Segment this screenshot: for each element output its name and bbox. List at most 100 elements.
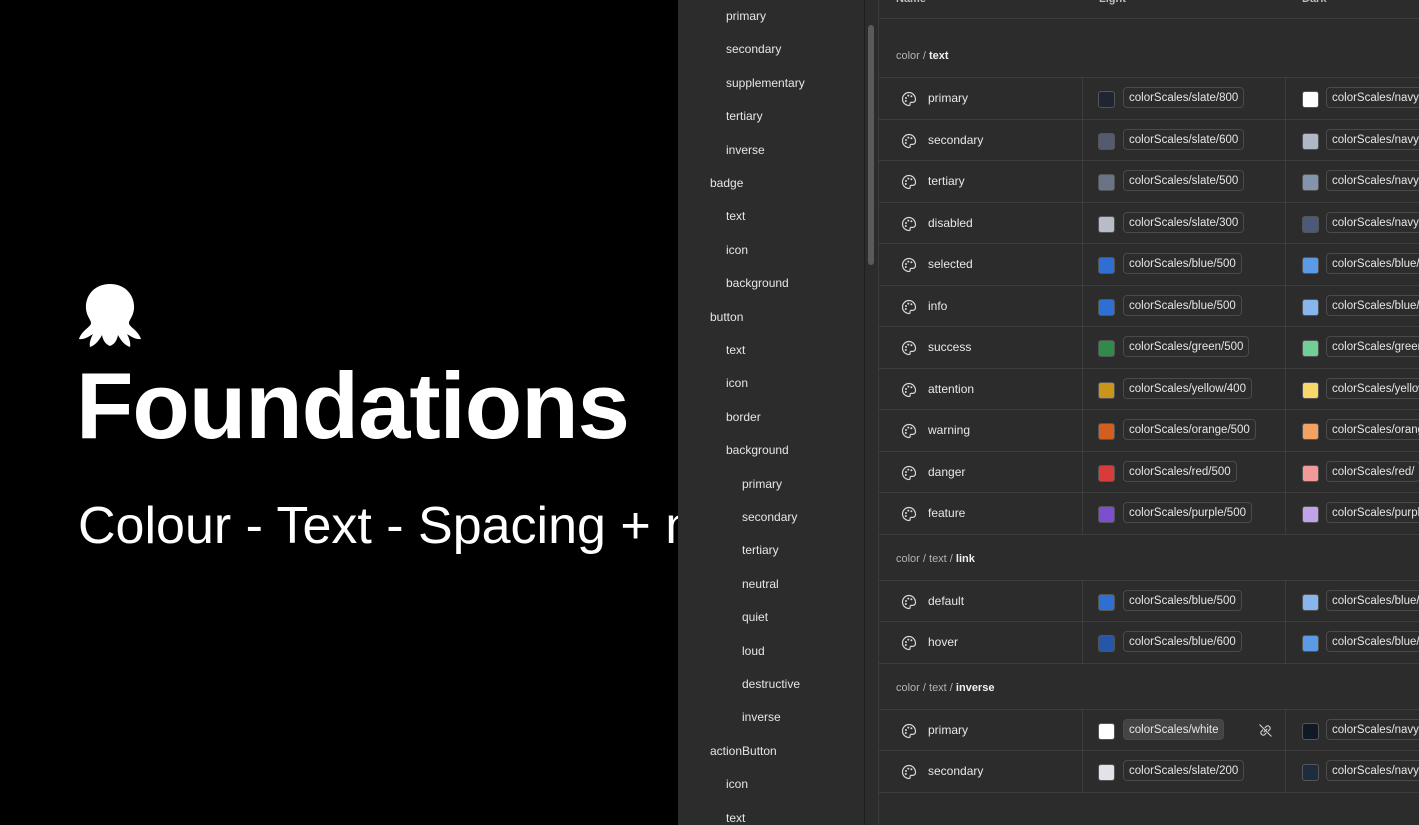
light-swatch[interactable] (1098, 381, 1115, 399)
dark-value-chip[interactable]: colorScales/blue/ (1326, 589, 1419, 611)
dark-value-chip[interactable]: colorScales/purple/ (1326, 502, 1419, 523)
dark-swatch[interactable] (1302, 764, 1319, 781)
light-value-chip[interactable]: colorScales/blue/600 (1123, 631, 1242, 652)
light-value-chip[interactable]: colorScales/white (1123, 718, 1225, 740)
light-swatch[interactable] (1098, 464, 1115, 482)
tree-item-tertiary[interactable]: tertiary (742, 541, 779, 559)
dark-swatch[interactable] (1302, 215, 1319, 233)
tree-item-text[interactable]: text (726, 207, 745, 225)
light-swatch[interactable] (1098, 340, 1115, 357)
dark-value-chip[interactable]: colorScales/yellow/ (1326, 377, 1419, 399)
dark-swatch[interactable] (1302, 464, 1319, 482)
table-row[interactable]: secondary colorScales/slate/200 colorScale… (879, 750, 1419, 793)
light-swatch[interactable] (1098, 764, 1115, 781)
table-row[interactable]: info colorScales/blue/500 colorScales/blue… (879, 284, 1419, 327)
tree-item-neutral[interactable]: neutral (742, 575, 779, 593)
dark-value-chip[interactable]: colorScales/navy/ (1326, 760, 1419, 781)
tree-item-inverse[interactable]: inverse (726, 141, 765, 159)
dark-value-chip[interactable]: colorScales/blue/ (1326, 253, 1419, 274)
table-row[interactable]: warning colorScales/orange/500 colorScales… (879, 409, 1419, 451)
light-swatch[interactable] (1098, 174, 1115, 191)
tree-item-text[interactable]: text (726, 341, 745, 359)
dark-swatch[interactable] (1302, 257, 1319, 274)
tree-item-text[interactable]: text (726, 809, 745, 825)
light-swatch[interactable] (1098, 215, 1115, 233)
light-value-chip[interactable]: colorScales/slate/800 (1123, 87, 1245, 108)
dark-swatch[interactable] (1302, 132, 1319, 150)
dark-swatch[interactable] (1302, 340, 1319, 357)
tree-item-button[interactable]: button (710, 308, 743, 326)
dark-value-chip[interactable]: colorScales/orange/ (1326, 419, 1419, 440)
dark-swatch[interactable] (1302, 174, 1319, 191)
table-row[interactable]: attention colorScales/yellow/400 colorScal… (879, 367, 1419, 410)
table-row[interactable]: disabled colorScales/slate/300 colorScales… (879, 201, 1419, 244)
light-swatch[interactable] (1098, 91, 1115, 108)
light-value-chip[interactable]: colorScales/orange/500 (1123, 419, 1256, 440)
table-row[interactable]: selected colorScales/blue/500 colorScales/… (879, 243, 1419, 285)
dark-swatch[interactable] (1302, 506, 1319, 523)
tree-item-background[interactable]: background (726, 274, 789, 292)
light-value-chip[interactable]: colorScales/blue/500 (1123, 253, 1242, 274)
dark-swatch[interactable] (1302, 423, 1319, 440)
table-row[interactable]: primary colorScales/white colorScales/navy… (879, 708, 1419, 751)
dark-value-chip[interactable]: colorScales/blue/ (1326, 631, 1419, 652)
tree-item-icon[interactable]: icon (726, 374, 748, 392)
tree-item-secondary[interactable]: secondary (726, 40, 781, 58)
light-value-chip[interactable]: colorScales/slate/300 (1123, 211, 1245, 233)
light-value-chip[interactable]: colorScales/red/500 (1123, 460, 1237, 482)
table-row[interactable]: danger colorScales/red/500 colorScales/red… (879, 450, 1419, 493)
light-value-chip[interactable]: colorScales/blue/500 (1123, 294, 1242, 316)
unlink-icon[interactable] (1258, 723, 1273, 738)
tree-item-icon[interactable]: icon (726, 775, 748, 793)
light-value-chip[interactable]: colorScales/yellow/400 (1123, 377, 1252, 399)
tree-item-primary[interactable]: primary (726, 7, 766, 25)
light-value-chip[interactable]: colorScales/green/500 (1123, 336, 1250, 357)
light-swatch[interactable] (1098, 132, 1115, 150)
dark-value-chip[interactable]: colorScales/navy/ (1326, 718, 1419, 740)
tree-item-icon[interactable]: icon (726, 241, 748, 259)
tree-item-badge[interactable]: badge (710, 174, 743, 192)
dark-swatch[interactable] (1302, 298, 1319, 316)
dark-value-chip[interactable]: colorScales/navy/ (1326, 87, 1419, 108)
tree-scrollbar[interactable] (868, 25, 874, 265)
tree-item-quiet[interactable]: quiet (742, 608, 768, 626)
tree-item-tertiary[interactable]: tertiary (726, 107, 763, 125)
dark-value-chip[interactable]: colorScales/blue/ (1326, 294, 1419, 316)
light-swatch[interactable] (1098, 593, 1115, 611)
tree-item-inverse[interactable]: inverse (742, 708, 781, 726)
light-swatch[interactable] (1098, 423, 1115, 440)
tree-item-supplementary[interactable]: supplementary (726, 74, 805, 92)
light-swatch[interactable] (1098, 298, 1115, 316)
table-row[interactable]: default colorScales/blue/500 colorScales/b… (879, 579, 1419, 622)
tree-item-border[interactable]: border (726, 408, 761, 426)
table-row[interactable]: primary colorScales/slate/800 colorScales/… (879, 77, 1419, 119)
light-value-chip[interactable]: colorScales/purple/500 (1123, 502, 1252, 523)
tree-item-secondary[interactable]: secondary (742, 508, 797, 526)
dark-swatch[interactable] (1302, 593, 1319, 611)
dark-swatch[interactable] (1302, 91, 1319, 108)
dark-value-chip[interactable]: colorScales/green/ (1326, 336, 1419, 357)
dark-value-chip[interactable]: colorScales/navy/ (1326, 128, 1419, 150)
dark-swatch[interactable] (1302, 722, 1319, 740)
dark-value-chip[interactable]: colorScales/navy/ (1326, 170, 1419, 191)
light-value-chip[interactable]: colorScales/slate/200 (1123, 760, 1245, 781)
tree-item-actionbutton[interactable]: actionButton (710, 742, 777, 760)
table-row[interactable]: secondary colorScales/slate/600 colorScale… (879, 118, 1419, 161)
table-row[interactable]: hover colorScales/blue/600 colorScales/blu… (879, 621, 1419, 664)
table-row[interactable]: success colorScales/green/500 colorScales/… (879, 326, 1419, 368)
table-row[interactable]: tertiary colorScales/slate/500 colorScales… (879, 160, 1419, 202)
tree-item-loud[interactable]: loud (742, 642, 765, 660)
tree-item-destructive[interactable]: destructive (742, 675, 800, 693)
light-value-chip[interactable]: colorScales/blue/500 (1123, 589, 1242, 611)
table-row[interactable]: feature colorScales/purple/500 colorScales… (879, 492, 1419, 535)
light-value-chip[interactable]: colorScales/slate/600 (1123, 128, 1245, 150)
light-swatch[interactable] (1098, 722, 1115, 740)
dark-value-chip[interactable]: colorScales/navy/ (1326, 211, 1419, 233)
tree-item-primary[interactable]: primary (742, 475, 782, 493)
dark-swatch[interactable] (1302, 381, 1319, 399)
light-value-chip[interactable]: colorScales/slate/500 (1123, 170, 1245, 191)
tree-item-background[interactable]: background (726, 441, 789, 459)
light-swatch[interactable] (1098, 635, 1115, 652)
light-swatch[interactable] (1098, 257, 1115, 274)
light-swatch[interactable] (1098, 506, 1115, 523)
